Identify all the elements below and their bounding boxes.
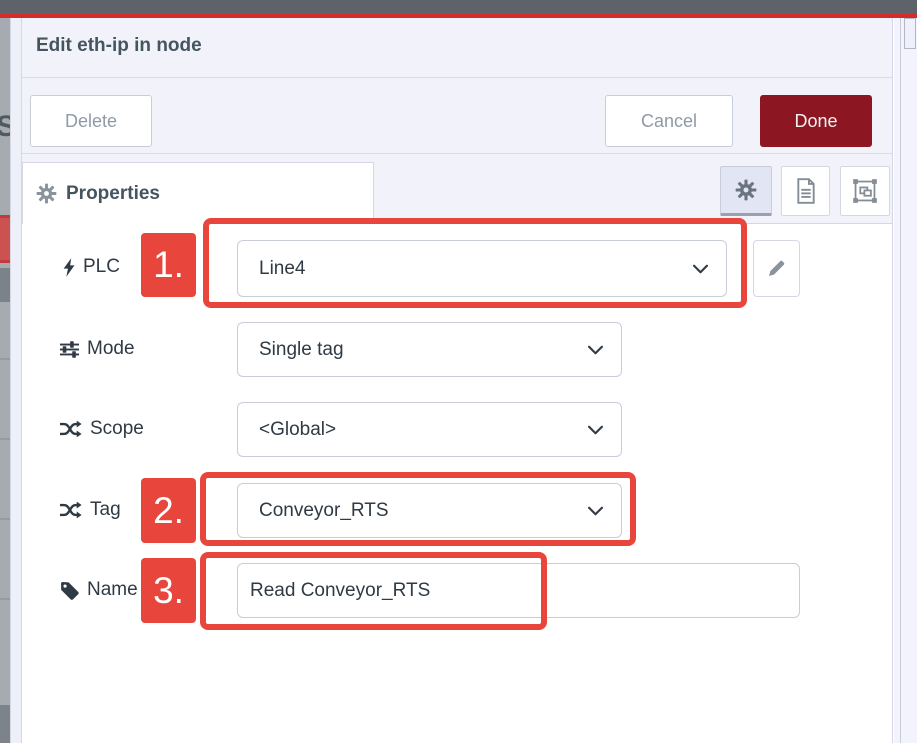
name-field-label: Name — [60, 575, 138, 605]
background-editor-strip: S — [0, 18, 10, 743]
tag-field-label: Tag — [60, 495, 121, 525]
background-grid-line — [0, 598, 10, 600]
mode-select[interactable]: Single tag — [237, 322, 622, 377]
pencil-icon — [767, 259, 786, 278]
scrollbar-thumb[interactable] — [904, 18, 916, 49]
chevron-down-icon — [588, 345, 603, 355]
tag-icon — [60, 581, 79, 600]
plc-select[interactable]: Line4 — [237, 240, 727, 297]
name-input[interactable] — [237, 563, 800, 618]
dialog-title: Edit eth-ip in node — [36, 35, 202, 57]
properties-tab-button[interactable] — [720, 166, 772, 216]
dialog-tab-row: Properties — [22, 154, 892, 224]
document-icon — [795, 178, 817, 204]
mode-field-label: Mode — [60, 334, 135, 364]
background-grid-line — [0, 358, 10, 360]
step-1-badge: 1. — [141, 233, 196, 297]
scope-select-value: <Global> — [259, 419, 336, 441]
sliders-icon — [60, 341, 79, 358]
chevron-down-icon — [588, 506, 603, 516]
scrollbar-divider — [900, 18, 901, 743]
bolt-icon — [62, 258, 75, 277]
gear-icon — [735, 179, 757, 201]
cancel-button[interactable]: Cancel — [605, 95, 733, 147]
background-footer-fragment — [0, 705, 10, 743]
step-3-badge: 3. — [141, 558, 196, 623]
scope-select[interactable]: <Global> — [237, 402, 622, 457]
step-2-badge: 2. — [141, 478, 196, 543]
delete-button[interactable]: Delete — [30, 95, 152, 147]
tag-select-value: Conveyor_RTS — [259, 500, 389, 522]
tray-gutter — [10, 18, 22, 743]
appearance-tab-button[interactable] — [840, 166, 890, 216]
background-grid-line — [0, 438, 10, 440]
edit-node-dialog: Edit eth-ip in node Delete Cancel Done — [22, 18, 893, 743]
chevron-down-icon — [693, 264, 708, 274]
tab-row-underline — [374, 223, 893, 224]
shuffle-icon — [60, 501, 82, 519]
tab-properties[interactable]: Properties — [22, 162, 374, 224]
tab-properties-label: Properties — [66, 183, 160, 205]
background-node-fragment — [0, 215, 10, 263]
shuffle-icon — [60, 420, 82, 438]
background-text-fragment: S — [0, 110, 10, 144]
appearance-icon — [852, 178, 878, 204]
background-node-fragment — [0, 268, 10, 302]
tray-scrollbar-track[interactable] — [894, 18, 917, 743]
chevron-down-icon — [588, 425, 603, 435]
browser-top-bar — [0, 0, 917, 14]
background-grid-line — [0, 518, 10, 520]
dialog-header: Edit eth-ip in node — [22, 18, 892, 78]
edit-plc-config-button[interactable] — [753, 240, 800, 297]
plc-field-label: PLC — [62, 252, 120, 282]
mode-select-value: Single tag — [259, 339, 344, 361]
gear-icon — [36, 183, 57, 204]
scope-field-label: Scope — [60, 414, 144, 444]
plc-select-value: Line4 — [259, 258, 306, 280]
description-tab-button[interactable] — [781, 166, 830, 216]
dialog-button-bar: Delete Cancel Done — [22, 78, 892, 154]
tag-select[interactable]: Conveyor_RTS — [237, 483, 622, 538]
done-button[interactable]: Done — [760, 95, 872, 147]
